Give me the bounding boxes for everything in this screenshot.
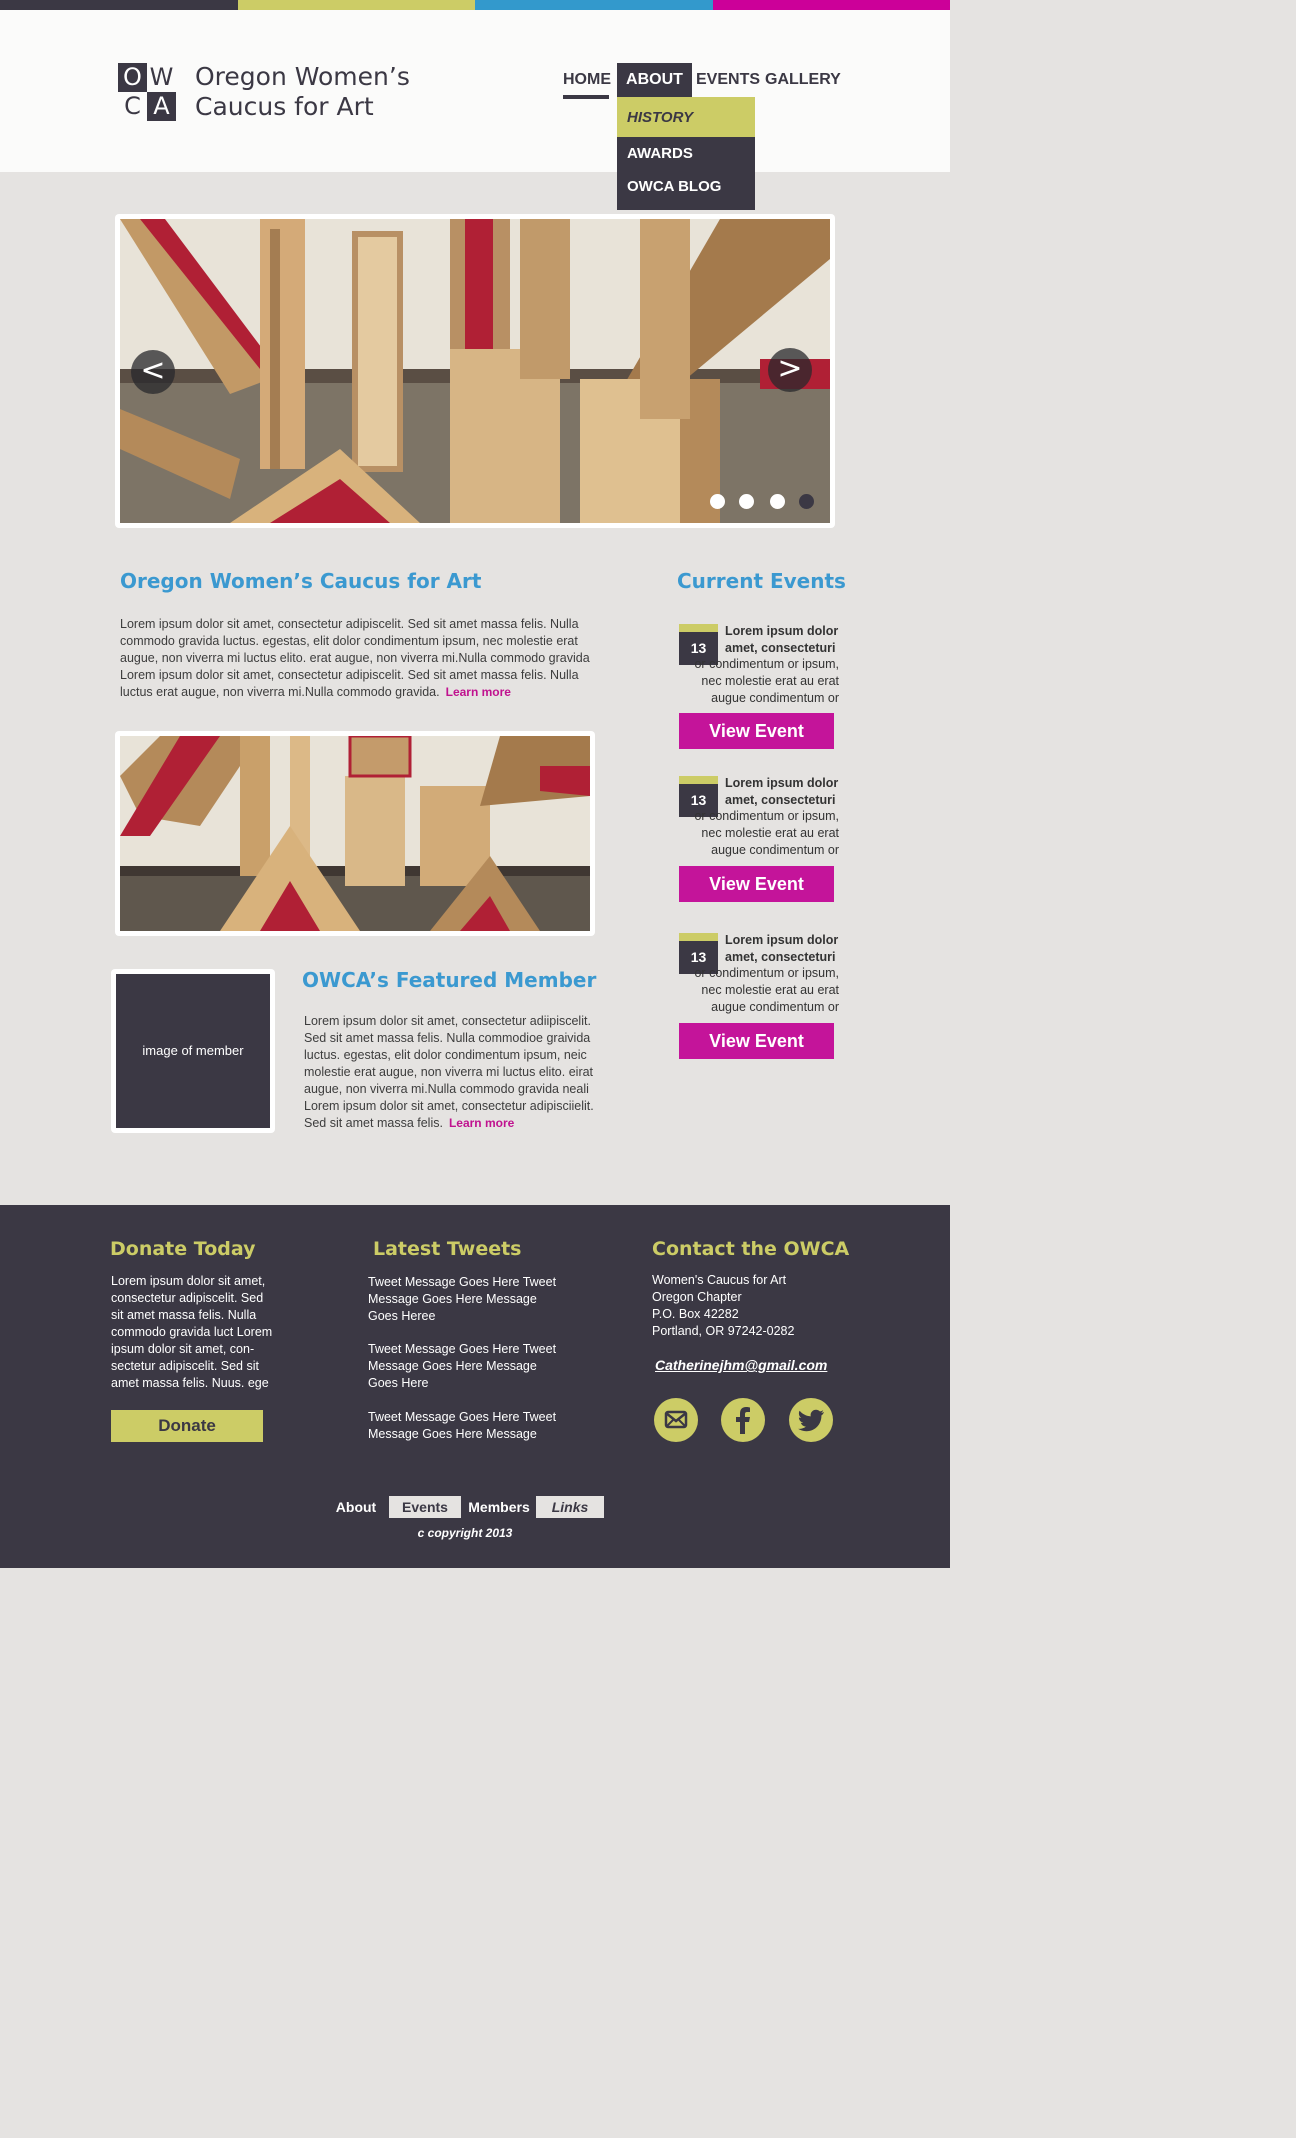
slider-dot-active[interactable] (799, 494, 814, 509)
event-headline: Lorem ipsum dolor amet, consecteturi (725, 624, 839, 655)
footer-nav: About Events Members Links (0, 1496, 950, 1518)
featured-paragraph: Lorem ipsum dolor sit amet, consectetur … (304, 1014, 594, 1130)
dropdown-item-history[interactable]: HISTORY (617, 97, 755, 137)
secondary-photo (120, 736, 590, 931)
top-color-bar (0, 0, 950, 10)
copyright: c copyright 2013 (417, 1526, 513, 1540)
slider-dot[interactable] (770, 494, 785, 509)
about-text: Lorem ipsum dolor sit amet, consectetur … (120, 616, 600, 701)
site-footer: Donate Today Lorem ipsum dolor sit amet,… (0, 1205, 950, 1568)
donate-title: Donate Today (110, 1238, 256, 1260)
logo-letter: O (118, 63, 147, 92)
slider-next-button[interactable]: > (768, 348, 812, 392)
event-description: or condimentum or ipsum, nec molestie er… (694, 657, 839, 705)
about-title: Oregon Women’s Caucus for Art (120, 569, 482, 593)
slider-prev-button[interactable]: < (131, 350, 175, 394)
sculpture-photo (120, 736, 590, 931)
sculpture-photo (120, 219, 830, 523)
event-description: or condimentum or ipsum, nec molestie er… (694, 809, 839, 857)
color-bar-segment (712, 0, 950, 10)
view-event-button[interactable]: View Event (679, 866, 834, 902)
featured-member-title: OWCA’s Featured Member (302, 968, 597, 992)
dropdown-item-awards[interactable]: AWARDS (617, 137, 755, 170)
logo-letter: A (147, 92, 176, 121)
footer-nav-members[interactable]: Members (467, 1496, 531, 1518)
logo-letter: C (124, 92, 141, 120)
nav-gallery[interactable]: GALLERY (765, 63, 841, 97)
contact-email-link[interactable]: Catherinejhm@gmail.com (655, 1357, 827, 1373)
footer-nav-events[interactable]: Events (389, 1496, 461, 1518)
twitter-icon[interactable] (789, 1398, 833, 1442)
slider-image (120, 219, 830, 523)
dropdown-item-owca-blog[interactable]: OWCA BLOG (617, 170, 755, 203)
logo-letter: W (149, 63, 174, 91)
address-line: Portland, OR 97242-0282 (652, 1324, 795, 1338)
nav-about[interactable]: ABOUT (617, 63, 692, 97)
secondary-photo-frame (115, 731, 595, 936)
address-line: P.O. Box 42282 (652, 1307, 739, 1321)
nav-events[interactable]: EVENTS (696, 63, 760, 97)
featured-learn-more-link[interactable]: Learn more (449, 1116, 514, 1130)
about-dropdown-menu: HISTORY AWARDS OWCA BLOG (617, 97, 755, 210)
event-description: or condimentum or ipsum, nec molestie er… (694, 966, 839, 1014)
about-learn-more-link[interactable]: Learn more (446, 685, 511, 699)
about-paragraph: Lorem ipsum dolor sit amet, consectetur … (120, 617, 590, 699)
address-line: Women's Caucus for Art (652, 1273, 787, 1287)
image-slider: < > (115, 214, 835, 528)
event-headline: Lorem ipsum dolor amet, consecteturi (725, 776, 839, 807)
contact-address: Women's Caucus for Art Oregon Chapter P.… (652, 1272, 852, 1340)
slider-dot[interactable] (710, 494, 725, 509)
member-image-placeholder: image of member (116, 974, 270, 1128)
footer-nav-links[interactable]: Links (536, 1496, 604, 1518)
site-title[interactable]: Oregon Women’s Caucus for Art (195, 62, 445, 122)
tweet-item: Tweet Message Goes Here Tweet Message Go… (368, 1342, 557, 1390)
address-line: Oregon Chapter (652, 1290, 742, 1304)
tweet-item: Tweet Message Goes Here Tweet Message Go… (368, 1410, 557, 1441)
member-photo-frame: image of member (111, 969, 275, 1133)
tweet-item: Tweet Message Goes Here Tweet Message Go… (368, 1275, 557, 1323)
donate-text: Lorem ipsum dolor sit amet, consectetur … (111, 1274, 273, 1390)
view-event-button[interactable]: View Event (679, 1023, 834, 1059)
slider-dot[interactable] (739, 494, 754, 509)
email-icon[interactable] (654, 1398, 698, 1442)
color-bar-segment (475, 0, 713, 10)
current-events-title: Current Events (677, 569, 846, 593)
facebook-icon[interactable] (721, 1398, 765, 1442)
donate-button[interactable]: Donate (111, 1410, 263, 1442)
color-bar-segment (0, 0, 238, 10)
contact-title: Contact the OWCA (652, 1238, 850, 1260)
featured-member-text: Lorem ipsum dolor sit amet, consectetur … (304, 1013, 594, 1132)
color-bar-segment (237, 0, 475, 10)
event-headline: Lorem ipsum dolor amet, consecteturi (725, 933, 839, 964)
view-event-button[interactable]: View Event (679, 713, 834, 749)
footer-nav-about[interactable]: About (332, 1496, 380, 1518)
logo[interactable]: O W C A (118, 63, 176, 121)
latest-tweets-title: Latest Tweets (373, 1238, 522, 1260)
nav-home[interactable]: HOME (563, 63, 611, 99)
